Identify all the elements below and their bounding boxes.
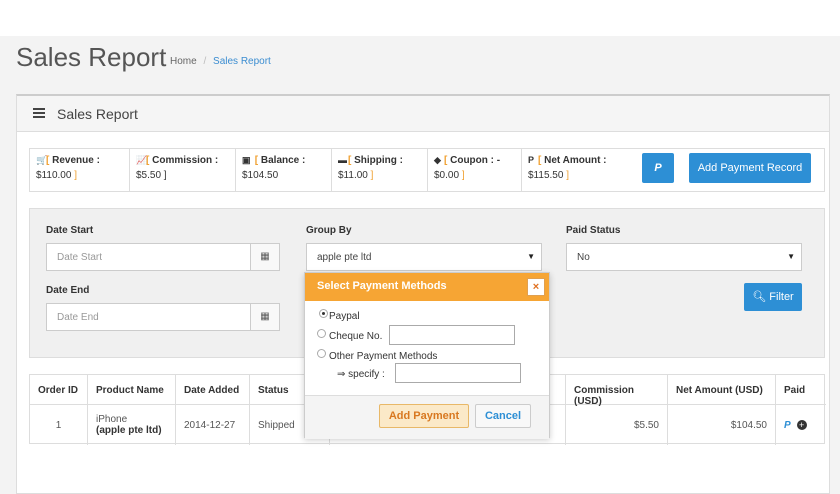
modal-footer: Add Payment Cancel: [305, 395, 549, 439]
modal-title: Select Payment Methods: [317, 280, 447, 292]
add-payment-button[interactable]: Add Payment: [379, 404, 469, 428]
option-other-label: Other Payment Methods: [329, 351, 438, 362]
date-start-label: Date Start: [46, 225, 94, 236]
caret-down-icon: ▼: [787, 252, 795, 261]
list-icon: [33, 108, 45, 118]
money-icon: ▣: [242, 155, 251, 165]
paypal-icon[interactable]: P: [784, 420, 791, 431]
date-end-label: Date End: [46, 285, 90, 296]
summary-coupon: ◆[ Coupon : - $0.00 ]: [428, 149, 522, 191]
radio-paypal[interactable]: [319, 309, 328, 318]
calendar-icon[interactable]: ▦: [250, 303, 280, 331]
payment-methods-modal: Select Payment Methods × Paypal Cheque N…: [304, 272, 550, 439]
date-start-input[interactable]: Date Start: [46, 243, 251, 271]
breadcrumb-home[interactable]: Home: [170, 56, 197, 67]
search-icon: 🔍︎: [752, 291, 767, 303]
summary-net-amount: P[ Net Amount : $115.50 ]: [528, 155, 607, 181]
panel-title: Sales Report: [57, 106, 138, 122]
add-payment-record-button[interactable]: Add Payment Record: [689, 153, 811, 183]
cell-commission: $5.50: [566, 405, 668, 445]
group-by-select[interactable]: apple pte ltd ▼: [306, 243, 542, 271]
paid-status-select[interactable]: No ▼: [566, 243, 802, 271]
calendar-icon[interactable]: ▦: [250, 243, 280, 271]
summary-commission: 📈[ Commission : $5.50 ]: [130, 149, 236, 191]
truck-icon: ▬: [338, 155, 347, 165]
summary-balance: ▣ [ Balance : $104.50: [236, 149, 332, 191]
specify-input[interactable]: [395, 363, 521, 383]
page-title: Sales Report: [16, 42, 167, 72]
group-by-label: Group By: [306, 225, 352, 236]
breadcrumb-current[interactable]: Sales Report: [213, 56, 271, 67]
column-header: Product Name: [88, 375, 176, 405]
add-circle-icon[interactable]: +: [796, 420, 807, 430]
modal-header: Select Payment Methods ×: [305, 273, 549, 301]
cell-net-amount: $104.50: [668, 405, 776, 445]
cart-icon: 🛒: [36, 155, 48, 165]
breadcrumb-separator: /: [203, 56, 207, 67]
cell-product: iPhone (apple pte ltd): [88, 405, 176, 445]
summary-bar: 🛒[ Revenue : $110.00 ] 📈[ Commission : $…: [29, 148, 825, 192]
paid-status-label: Paid Status: [566, 225, 621, 236]
column-header: Date Added: [176, 375, 250, 405]
top-bar: [0, 0, 840, 36]
cheque-number-input[interactable]: [389, 325, 515, 345]
chart-line-icon: 📈: [136, 155, 148, 165]
summary-shipping: ▬[ Shipping : $11.00 ]: [332, 149, 428, 191]
filter-button[interactable]: 🔍︎ Filter: [744, 283, 802, 311]
paypal-button[interactable]: P: [642, 153, 674, 183]
column-header: Paid: [776, 375, 826, 405]
cell-date-added: 2014-12-27: [176, 405, 250, 445]
radio-cheque[interactable]: [317, 329, 326, 338]
date-end-input[interactable]: Date End: [46, 303, 251, 331]
breadcrumb: Home / Sales Report: [170, 56, 271, 67]
cancel-button[interactable]: Cancel: [475, 404, 531, 428]
option-paypal-label: Paypal: [329, 311, 360, 322]
column-header: Order ID: [30, 375, 88, 405]
option-cheque-label: Cheque No.: [329, 331, 383, 342]
paypal-icon: P: [528, 155, 535, 165]
caret-down-icon: ▼: [527, 252, 535, 261]
specify-label: ⇒ specify :: [337, 369, 385, 380]
cell-paid: P +: [776, 405, 826, 445]
close-icon[interactable]: ×: [527, 278, 545, 296]
summary-revenue: 🛒[ Revenue : $110.00 ]: [30, 149, 130, 191]
cell-order-id: 1: [30, 405, 88, 445]
radio-other[interactable]: [317, 349, 326, 358]
column-header: Net Amount (USD): [668, 375, 776, 405]
column-header: Commission (USD): [566, 375, 668, 407]
tags-icon: ◆: [434, 155, 441, 165]
panel-header: Sales Report: [17, 96, 829, 132]
